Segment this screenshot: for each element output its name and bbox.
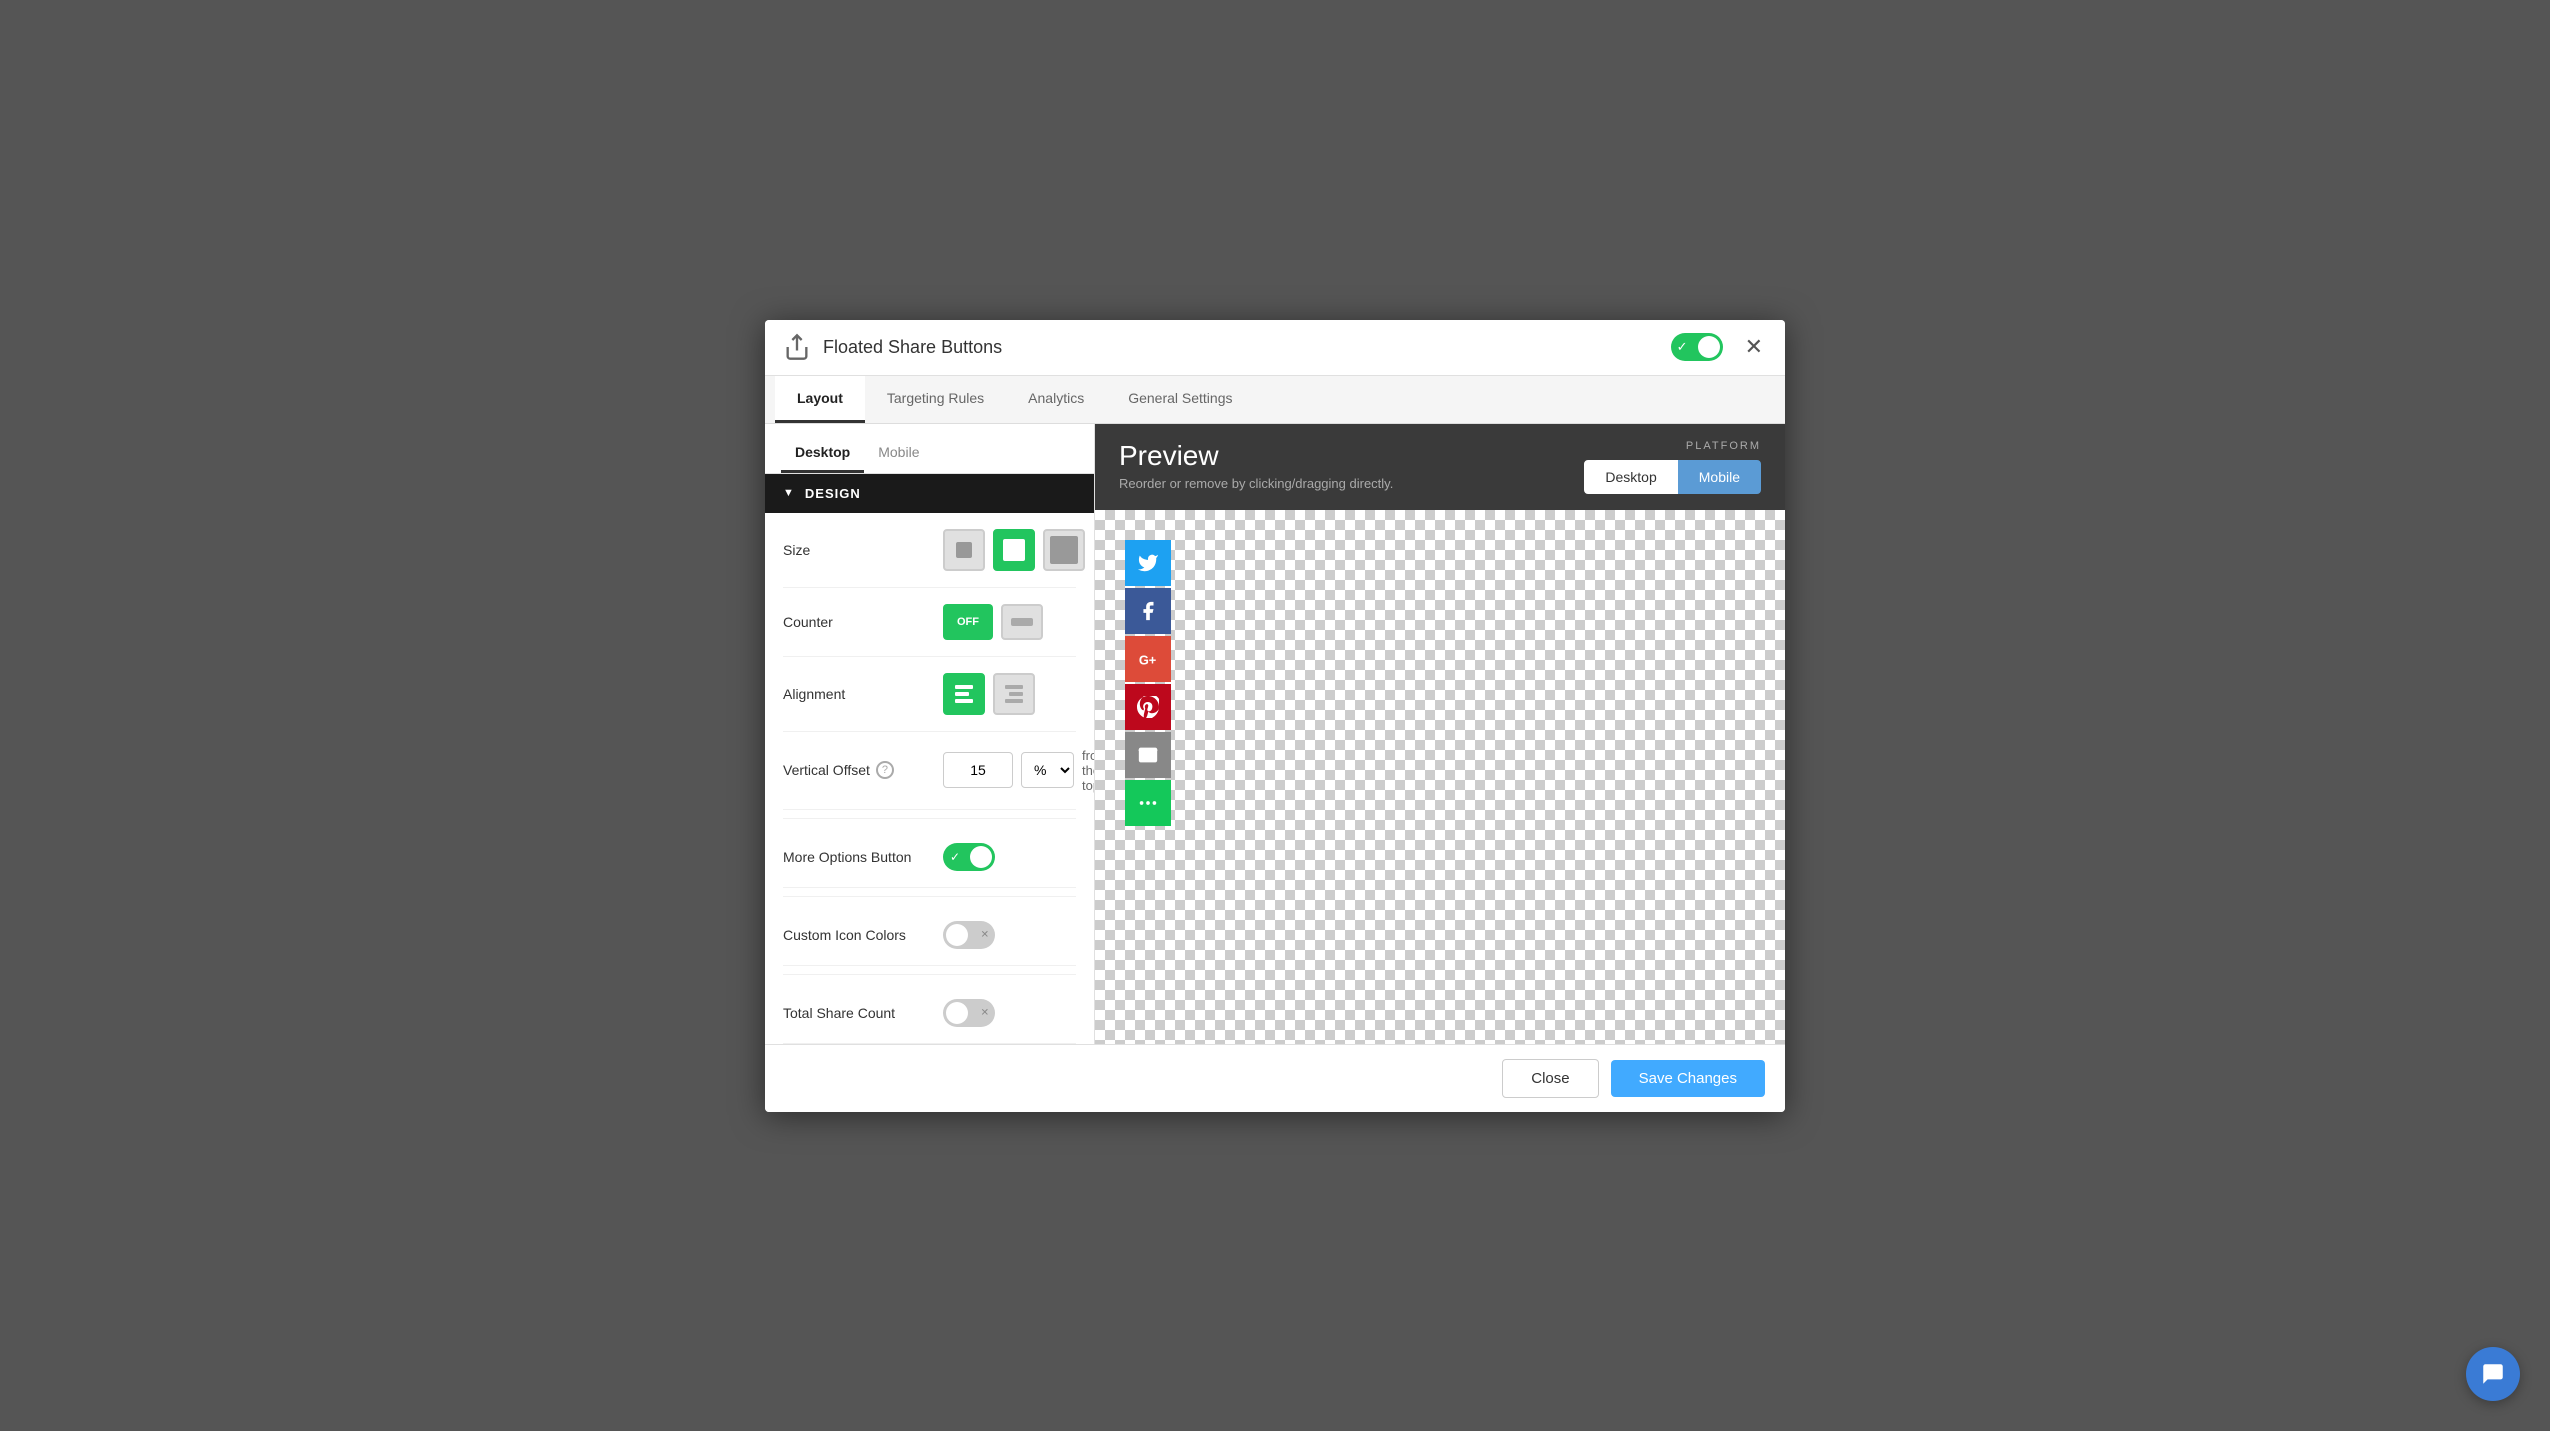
design-section-arrow: ▼ bbox=[783, 487, 795, 499]
design-settings-rows: Size bbox=[765, 513, 1094, 1044]
preview-area: G+ bbox=[1095, 510, 1785, 1044]
total-share-count-controls: ✕ bbox=[943, 999, 1076, 1027]
share-icon bbox=[783, 333, 811, 361]
size-medium-button[interactable] bbox=[993, 529, 1035, 571]
float-buttons-preview: G+ bbox=[1125, 540, 1171, 828]
alignment-label: Alignment bbox=[783, 686, 943, 702]
share-button-more[interactable] bbox=[1125, 780, 1171, 826]
counter-setting-row: Counter OFF bbox=[783, 588, 1076, 657]
unit-select[interactable]: % px bbox=[1021, 752, 1074, 788]
modal-body: Desktop Mobile ▼ DESIGN Size bbox=[765, 424, 1785, 1044]
tab-navigation: Layout Targeting Rules Analytics General… bbox=[765, 376, 1785, 424]
align-left-button[interactable] bbox=[943, 673, 985, 715]
platform-label: PLATFORM bbox=[1686, 440, 1761, 452]
design-section-label: DESIGN bbox=[805, 486, 861, 501]
preview-info: Preview Reorder or remove by clicking/dr… bbox=[1119, 440, 1393, 491]
size-large-button[interactable] bbox=[1043, 529, 1085, 571]
modal-close-button[interactable]: ✕ bbox=[1741, 332, 1767, 362]
close-button[interactable]: Close bbox=[1502, 1059, 1598, 1098]
custom-icon-colors-toggle-wrapper: ✕ bbox=[943, 921, 995, 949]
total-share-count-toggle[interactable]: ✕ bbox=[943, 999, 995, 1027]
svg-text:G+: G+ bbox=[1139, 652, 1156, 667]
tab-targeting-rules[interactable]: Targeting Rules bbox=[865, 376, 1006, 423]
size-small-button[interactable] bbox=[943, 529, 985, 571]
custom-icon-colors-controls: ✕ bbox=[943, 921, 1076, 949]
size-setting-row: Size bbox=[783, 513, 1076, 588]
platform-buttons: Desktop Mobile bbox=[1584, 460, 1761, 494]
tab-layout[interactable]: Layout bbox=[775, 376, 865, 423]
counter-controls: OFF bbox=[943, 604, 1076, 640]
share-button-pinterest[interactable] bbox=[1125, 684, 1171, 730]
size-controls bbox=[943, 529, 1085, 571]
size-label: Size bbox=[783, 542, 943, 558]
vertical-offset-setting-row: Vertical Offset ? % px from the top bbox=[783, 732, 1076, 810]
preview-title: Preview bbox=[1119, 440, 1393, 472]
modal-title: Floated Share Buttons bbox=[823, 337, 1671, 358]
modal-container: Floated Share Buttons ✓ ✕ Layout Targeti… bbox=[765, 320, 1785, 1112]
share-button-email[interactable] bbox=[1125, 732, 1171, 778]
align-right-icon bbox=[1005, 685, 1023, 703]
counter-label: Counter bbox=[783, 614, 943, 630]
right-panel: Preview Reorder or remove by clicking/dr… bbox=[1095, 424, 1785, 1044]
preview-subtitle: Reorder or remove by clicking/dragging d… bbox=[1119, 476, 1393, 491]
tab-general-settings[interactable]: General Settings bbox=[1106, 376, 1254, 423]
save-changes-button[interactable]: Save Changes bbox=[1611, 1060, 1765, 1097]
total-share-count-toggle-wrapper: ✕ bbox=[943, 999, 995, 1027]
more-options-controls: ✓ bbox=[943, 843, 1076, 871]
counter-off-button[interactable]: OFF bbox=[943, 604, 993, 640]
divider-2 bbox=[783, 896, 1076, 897]
more-options-toggle[interactable]: ✓ bbox=[943, 843, 995, 871]
preview-header: Preview Reorder or remove by clicking/dr… bbox=[1095, 424, 1785, 510]
design-section-header[interactable]: ▼ DESIGN bbox=[765, 474, 1094, 513]
custom-icon-colors-toggle[interactable]: ✕ bbox=[943, 921, 995, 949]
more-options-setting-row: More Options Button ✓ bbox=[783, 827, 1076, 888]
settings-content: ▼ DESIGN Size bbox=[765, 474, 1094, 1044]
vertical-offset-label: Vertical Offset ? bbox=[783, 761, 943, 779]
counter-bar-button[interactable] bbox=[1001, 604, 1043, 640]
more-options-label: More Options Button bbox=[783, 849, 943, 865]
enabled-toggle[interactable]: ✓ bbox=[1671, 333, 1723, 361]
platform-mobile-button[interactable]: Mobile bbox=[1678, 460, 1761, 494]
chat-bubble-button[interactable] bbox=[2466, 1347, 2520, 1401]
sub-tab-mobile[interactable]: Mobile bbox=[864, 434, 933, 473]
custom-icon-colors-setting-row: Custom Icon Colors ✕ bbox=[783, 905, 1076, 966]
offset-suffix-text: from the top bbox=[1082, 748, 1094, 793]
total-share-count-setting-row: Total Share Count ✕ bbox=[783, 983, 1076, 1044]
vertical-offset-controls: % px from the top bbox=[943, 748, 1094, 793]
align-left-icon bbox=[955, 685, 973, 703]
vertical-offset-help-icon[interactable]: ? bbox=[876, 761, 894, 779]
left-panel: Desktop Mobile ▼ DESIGN Size bbox=[765, 424, 1095, 1044]
align-right-button[interactable] bbox=[993, 673, 1035, 715]
share-button-twitter[interactable] bbox=[1125, 540, 1171, 586]
divider-3 bbox=[783, 974, 1076, 975]
alignment-controls bbox=[943, 673, 1076, 715]
share-button-google-plus[interactable]: G+ bbox=[1125, 636, 1171, 682]
divider bbox=[783, 818, 1076, 819]
share-button-facebook[interactable] bbox=[1125, 588, 1171, 634]
sub-tab-navigation: Desktop Mobile bbox=[765, 424, 1094, 474]
modal-header: Floated Share Buttons ✓ ✕ bbox=[765, 320, 1785, 376]
platform-desktop-button[interactable]: Desktop bbox=[1584, 460, 1677, 494]
total-share-count-label: Total Share Count bbox=[783, 1005, 943, 1021]
vertical-offset-input[interactable] bbox=[943, 752, 1013, 788]
modal-footer: Close Save Changes bbox=[765, 1044, 1785, 1112]
alignment-setting-row: Alignment bbox=[783, 657, 1076, 732]
tab-analytics[interactable]: Analytics bbox=[1006, 376, 1106, 423]
platform-section: PLATFORM Desktop Mobile bbox=[1584, 440, 1761, 494]
sub-tab-desktop[interactable]: Desktop bbox=[781, 434, 864, 473]
custom-icon-colors-label: Custom Icon Colors bbox=[783, 927, 943, 943]
